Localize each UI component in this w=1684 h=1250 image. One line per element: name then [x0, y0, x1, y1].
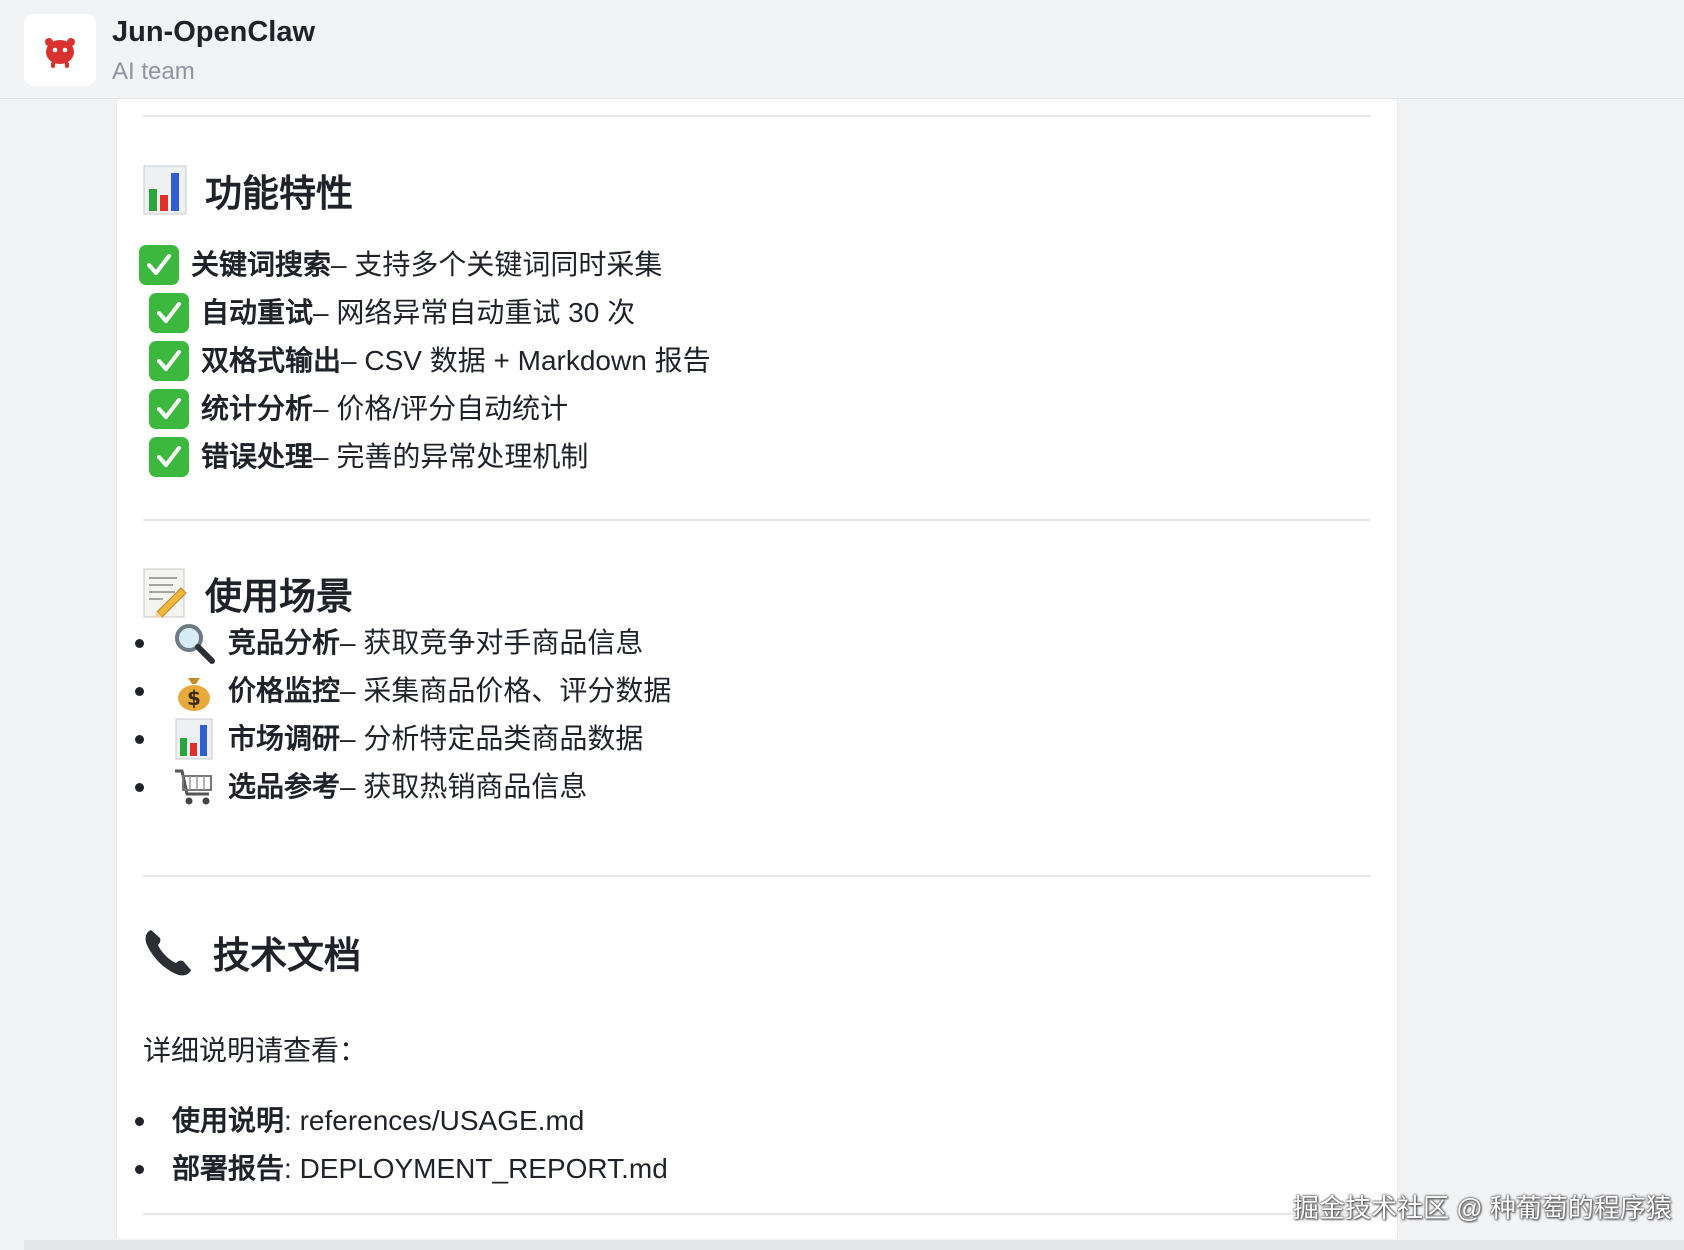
doc-link-item: 部署报告 : DEPLOYMENT_REPORT.md — [135, 1149, 668, 1189]
check-mark-icon — [149, 293, 189, 333]
bullet-dot — [135, 1116, 144, 1126]
memo-pencil-icon — [143, 568, 187, 618]
feature-item: 关键词搜索 – 支持多个关键词同时采集 — [139, 245, 662, 285]
chat-subtitle: AI team — [112, 58, 195, 85]
scenario-item: $ 价格监控 – 采集商品价格、评分数据 — [135, 669, 671, 713]
scenario-desc: – 分析特定品类商品数据 — [340, 723, 644, 754]
feature-desc: – 支持多个关键词同时采集 — [331, 249, 663, 280]
scenario-desc: – 获取竞争对手商品信息 — [340, 627, 644, 658]
magnifier-icon — [172, 621, 216, 665]
doc-path[interactable]: : references/USAGE.md — [284, 1101, 584, 1141]
scenario-item: 选品参考 – 获取热销商品信息 — [135, 765, 587, 809]
avatar[interactable] — [24, 14, 96, 86]
bullet-dot — [135, 734, 144, 744]
check-mark-icon — [149, 389, 189, 429]
feature-label: 双格式输出 — [201, 345, 342, 376]
shopping-cart-icon — [172, 765, 216, 809]
feature-desc: – CSV 数据 + Markdown 报告 — [341, 345, 711, 376]
bar-chart-icon — [172, 717, 216, 761]
docs-intro: 详细说明请查看： — [143, 1035, 368, 1066]
check-mark-icon — [149, 437, 189, 477]
feature-label: 错误处理 — [201, 441, 314, 472]
message-card: 功能特性 关键词搜索 – 支持多个关键词同时采集 自动重试 – 网络异常自动重试… — [116, 99, 1398, 1239]
bullet-dot — [135, 686, 144, 696]
feature-label: 自动重试 — [201, 297, 314, 328]
scenario-desc: – 获取热销商品信息 — [340, 771, 588, 802]
doc-link-item: 使用说明 : references/USAGE.md — [135, 1101, 584, 1141]
feature-label: 统计分析 — [201, 393, 314, 424]
scenario-label: 价格监控 — [228, 675, 341, 706]
chat-title: Jun-OpenClaw — [112, 16, 316, 48]
divider — [143, 115, 1371, 117]
scenario-item: 竞品分析 – 获取竞争对手商品信息 — [135, 621, 643, 665]
scenario-label: 市场调研 — [228, 723, 341, 754]
feature-desc: – 价格/评分自动统计 — [313, 393, 569, 424]
scenario-item: 市场调研 – 分析特定品类商品数据 — [135, 717, 643, 761]
scenarios-heading: 使用场景 — [143, 566, 353, 620]
bullet-dot — [135, 638, 144, 648]
section-title: 使用场景 — [205, 576, 353, 617]
chat-header: Jun-OpenClaw AI team — [0, 0, 1684, 99]
check-mark-icon — [149, 341, 189, 381]
bottom-bar — [24, 1240, 1684, 1250]
scenario-label: 选品参考 — [228, 771, 341, 802]
check-mark-icon — [139, 245, 179, 285]
telephone-receiver-icon — [145, 930, 191, 976]
doc-path[interactable]: : DEPLOYMENT_REPORT.md — [284, 1149, 668, 1189]
feature-label: 关键词搜索 — [191, 249, 332, 280]
feature-desc: – 网络异常自动重试 30 次 — [313, 297, 636, 328]
money-bag-icon: $ — [172, 669, 216, 713]
section-title: 功能特性 — [205, 173, 353, 214]
feature-item: 自动重试 – 网络异常自动重试 30 次 — [149, 293, 635, 333]
red-bot-icon — [45, 38, 75, 68]
section-title: 技术文档 — [213, 935, 361, 976]
doc-label: 使用说明 — [172, 1105, 285, 1136]
divider — [143, 875, 1371, 877]
divider — [143, 1213, 1371, 1215]
scenario-label: 竞品分析 — [228, 627, 341, 658]
features-heading: 功能特性 — [143, 163, 353, 217]
bullet-dot — [135, 1164, 144, 1174]
doc-label: 部署报告 — [172, 1153, 285, 1184]
svg-text:$: $ — [187, 686, 201, 710]
feature-item: 统计分析 – 价格/评分自动统计 — [149, 389, 568, 429]
watermark: 掘金技术社区 @ 种葡萄的程序猿 — [1293, 1193, 1672, 1223]
docs-heading: 技术文档 — [143, 925, 361, 979]
bullet-dot — [135, 782, 144, 792]
feature-item: 错误处理 – 完善的异常处理机制 — [149, 437, 588, 477]
scenario-desc: – 采集商品价格、评分数据 — [340, 675, 672, 706]
feature-item: 双格式输出 – CSV 数据 + Markdown 报告 — [149, 341, 711, 381]
divider — [143, 519, 1371, 521]
feature-desc: – 完善的异常处理机制 — [313, 441, 589, 472]
bar-chart-icon — [143, 165, 187, 215]
